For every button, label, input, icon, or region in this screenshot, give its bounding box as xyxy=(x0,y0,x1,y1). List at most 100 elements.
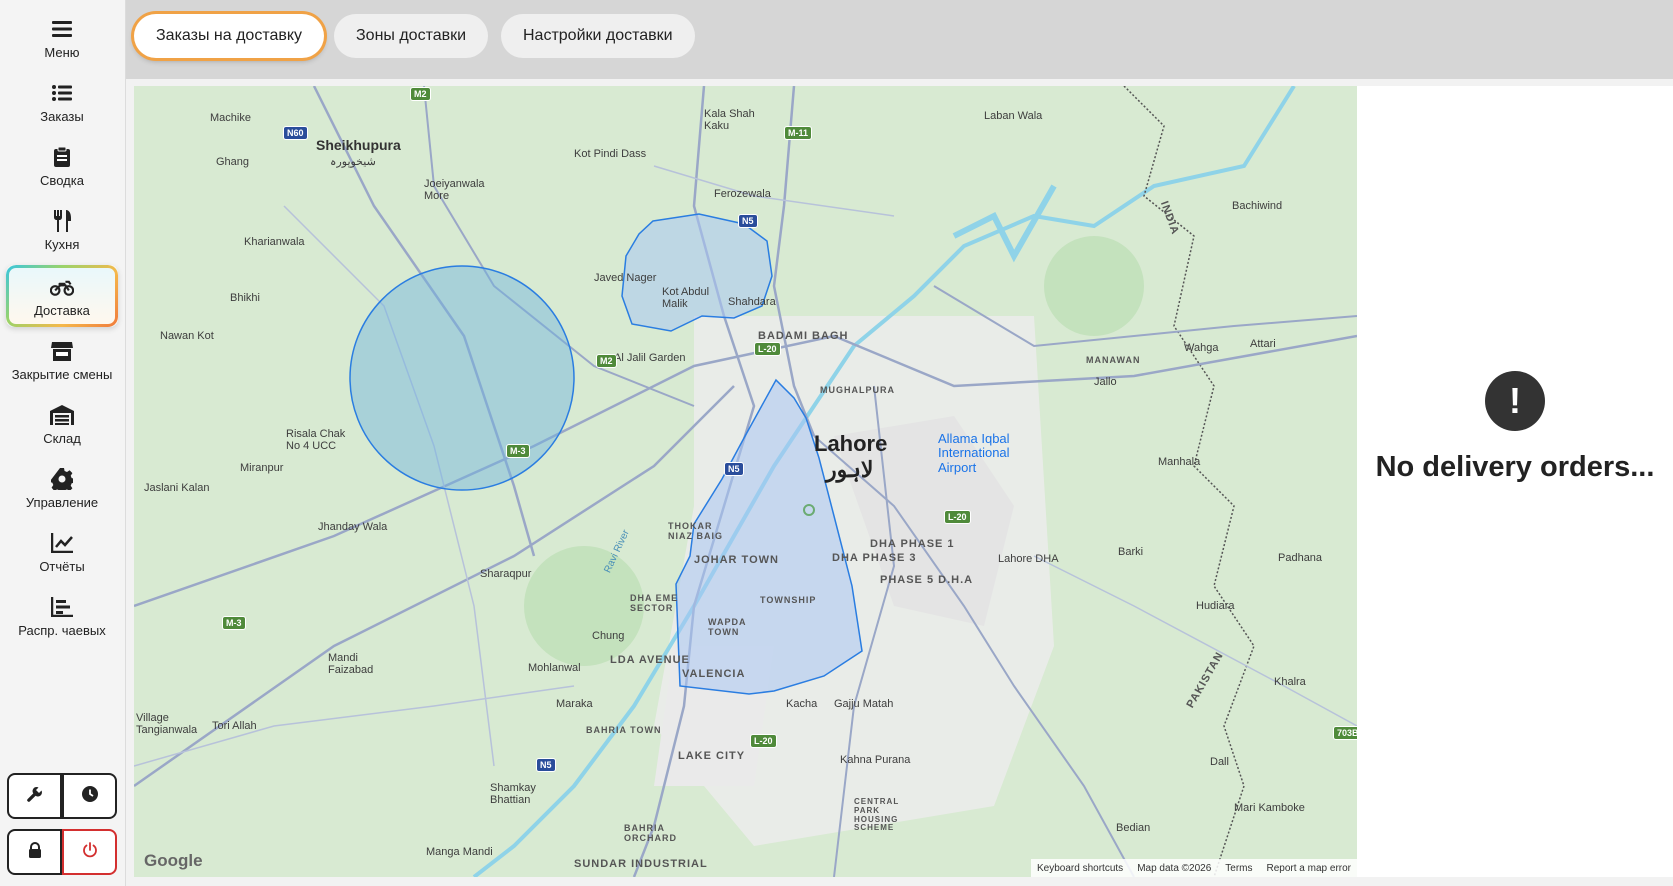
map-label: Village Tangianwala xyxy=(136,712,198,737)
sidebar-item-management[interactable]: Управление xyxy=(6,458,118,518)
map-label: Tori Allah xyxy=(212,720,257,732)
road-shield: M2 xyxy=(596,354,617,368)
gear-icon xyxy=(50,467,74,491)
map-label: Kala Shah Kaku xyxy=(704,108,755,133)
sidebar-item-label: Отчёты xyxy=(39,558,85,574)
wrench-icon xyxy=(26,786,43,807)
map-label: Bedian xyxy=(1116,822,1151,834)
menu-icon xyxy=(50,17,74,41)
road-shield: N5 xyxy=(536,758,556,772)
terms-link[interactable]: Terms xyxy=(1225,863,1252,874)
map-label: Jaslani Kalan xyxy=(144,482,210,494)
map-label: Sheikhupura xyxy=(316,137,401,153)
map-label: Maraka xyxy=(556,698,593,710)
warehouse-icon xyxy=(50,403,74,427)
sidebar-item-delivery[interactable]: Доставка xyxy=(6,265,118,327)
map-label: LAKE CITY xyxy=(678,750,746,762)
map-label: Shamkay Bhattian xyxy=(490,782,536,807)
map-label: Jallo xyxy=(1094,376,1117,388)
sidebar-item-summary[interactable]: Сводка xyxy=(6,136,118,196)
map-label: Manhala xyxy=(1158,456,1201,468)
map-label: Miranpur xyxy=(240,462,284,474)
map-label: Laban Wala xyxy=(984,110,1043,122)
motorcycle-icon xyxy=(50,275,74,299)
map-label: WAPDA TOWN xyxy=(708,617,747,637)
map-label: BAHRIA ORCHARD xyxy=(624,823,677,843)
delivery-map[interactable]: Sheikhupura شیخوپورہ Lahore لاہور Machik… xyxy=(134,86,1357,877)
tab-delivery-orders[interactable]: Заказы на доставку xyxy=(134,14,325,58)
map-label: Chung xyxy=(592,630,625,642)
keyboard-shortcuts-link[interactable]: Keyboard shortcuts xyxy=(1037,863,1123,874)
delivery-zone-circle xyxy=(349,265,575,491)
map-label: Ghang xyxy=(216,156,250,168)
map-label: VALENCIA xyxy=(682,668,746,680)
tab-delivery-settings[interactable]: Настройки доставки xyxy=(501,14,695,58)
map-label: Mari Kamboke xyxy=(1234,802,1305,814)
sidebar-item-label: Распр. чаевых xyxy=(18,622,106,638)
map-label: MANAWAN xyxy=(1086,355,1141,365)
sidebar-item-kitchen[interactable]: Кухня xyxy=(6,200,118,260)
map-label: Bhikhi xyxy=(230,292,260,304)
road-shield: M-3 xyxy=(506,444,530,458)
fork-knife-icon xyxy=(50,209,74,233)
power-button[interactable] xyxy=(62,829,117,875)
map-label: Jhanday Wala xyxy=(318,521,388,533)
map-label: Risala Chak No 4 UCC xyxy=(286,428,346,453)
app-root: Меню Заказы Сводка Кухня Доставка Закрыт… xyxy=(0,0,1673,886)
map-label: Shahdara xyxy=(728,296,776,308)
map-label: Bachiwind xyxy=(1232,200,1283,212)
lock-icon xyxy=(28,841,42,863)
map-label: Padhana xyxy=(1278,552,1323,564)
map-label: DHA PHASE 1 xyxy=(870,538,955,550)
sidebar-item-tips[interactable]: Распр. чаевых xyxy=(6,586,118,646)
sidebar-item-label: Заказы xyxy=(40,108,84,124)
sidebar-item-label: Управление xyxy=(25,494,99,510)
map-label: Ferozewala xyxy=(714,188,771,200)
lock-button[interactable] xyxy=(7,829,62,875)
map-label: Manga Mandi xyxy=(426,846,493,858)
sidebar-item-orders[interactable]: Заказы xyxy=(6,72,118,132)
road-shield: N5 xyxy=(738,214,758,228)
sidebar-item-label: Меню xyxy=(44,44,80,60)
map-label: Lahore DHA xyxy=(998,553,1059,565)
road-shield: L-20 xyxy=(754,342,781,356)
map-label: CENTRAL PARK HOUSING SCHEME xyxy=(854,797,900,833)
map-label: Lahore xyxy=(814,431,888,456)
map-label-airport[interactable]: Allama Iqbal International Airport xyxy=(938,431,1018,475)
store-icon xyxy=(50,339,74,363)
map-label: Mohlanwal xyxy=(528,662,581,674)
line-chart-icon xyxy=(50,531,74,555)
report-map-error-link[interactable]: Report a map error xyxy=(1267,863,1351,874)
map-label: Kot Abdul Malik xyxy=(662,286,710,311)
road-shield: L-20 xyxy=(944,510,971,524)
map-label: JOHAR TOWN xyxy=(694,554,779,566)
map-data-text: Map data ©2026 xyxy=(1137,862,1212,874)
settings-wrench-button[interactable] xyxy=(7,773,62,819)
map-label: LDA AVENUE xyxy=(610,654,690,666)
map-label: Hudiara xyxy=(1196,600,1235,612)
tab-delivery-zones[interactable]: Зоны доставки xyxy=(334,14,489,58)
power-icon xyxy=(82,841,98,863)
map-label: شیخوپورہ xyxy=(330,156,376,168)
empty-state-message: No delivery orders... xyxy=(1375,451,1655,483)
map-label: DHA EME SECTOR xyxy=(630,593,679,613)
map-label: BADAMI BAGH xyxy=(758,330,849,342)
road-shield: N5 xyxy=(724,462,744,476)
road-shield: 703B xyxy=(1333,726,1357,740)
map-label: TOWNSHIP xyxy=(760,595,817,605)
map-label: Kharianwala xyxy=(244,236,305,248)
sidebar-item-warehouse[interactable]: Склад xyxy=(6,394,118,454)
sidebar-item-reports[interactable]: Отчёты xyxy=(6,522,118,582)
sidebar-item-menu[interactable]: Меню xyxy=(6,8,118,68)
map-label: MUGHALPURA xyxy=(820,385,895,395)
delivery-orders-panel: ! No delivery orders... xyxy=(1357,86,1673,877)
map-label: Barki xyxy=(1118,546,1144,558)
map-label: Mandi Faizabad xyxy=(328,652,374,677)
map-label: BAHRIA TOWN xyxy=(586,725,662,735)
sidebar-item-label: Сводка xyxy=(40,172,84,188)
sidebar-item-shift-close[interactable]: Закрытие смены xyxy=(6,330,118,390)
clock-button[interactable] xyxy=(62,773,117,819)
map-label: Kacha xyxy=(786,698,818,710)
top-tab-bar: Заказы на доставку Зоны доставки Настрой… xyxy=(126,0,1673,79)
sidebar-item-label: Закрытие смены xyxy=(11,366,113,382)
